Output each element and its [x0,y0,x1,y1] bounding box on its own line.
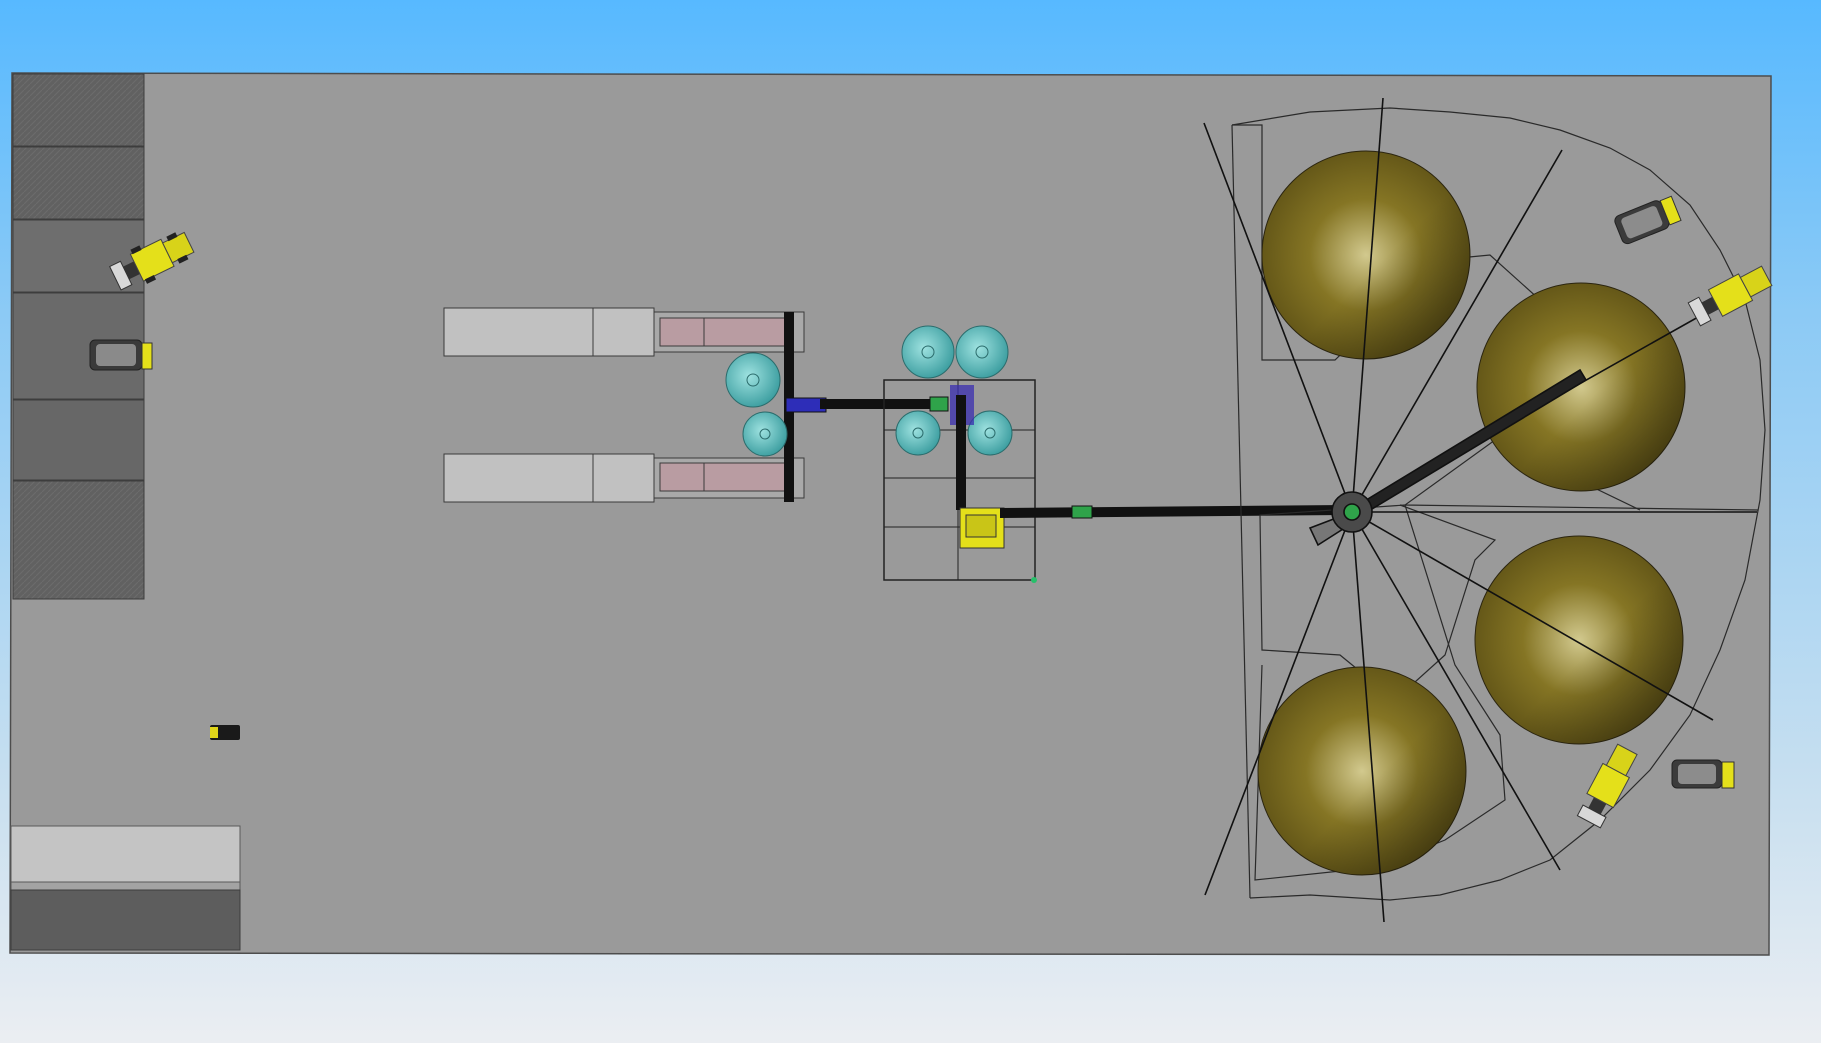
storage-bay[interactable] [12,399,145,481]
haul-truck[interactable] [1671,759,1735,789]
storage-bay[interactable] [12,73,145,147]
cement-silo[interactable] [895,410,941,456]
hopper-bin[interactable] [443,453,655,503]
cement-silo[interactable] [955,325,1009,379]
water-tank[interactable] [742,411,788,457]
cement-silo[interactable] [901,325,955,379]
stockpile-cone[interactable] [1476,282,1686,492]
haul-truck[interactable] [89,339,153,371]
light-vehicle[interactable] [210,725,240,740]
office-building[interactable] [10,825,241,951]
hopper-bin[interactable] [443,307,655,357]
stockpile-cone[interactable] [1257,666,1467,876]
cement-silo[interactable] [967,410,1013,456]
storage-bay[interactable] [12,480,145,600]
water-tank[interactable] [725,352,781,408]
storage-bays[interactable] [12,73,145,600]
storage-bay[interactable] [12,146,145,220]
cad-viewport[interactable] [0,0,1821,1043]
plant-layout-model[interactable] [0,0,1821,1043]
stockpile-cone[interactable] [1474,535,1684,745]
floor-slab[interactable] [9,72,1772,956]
